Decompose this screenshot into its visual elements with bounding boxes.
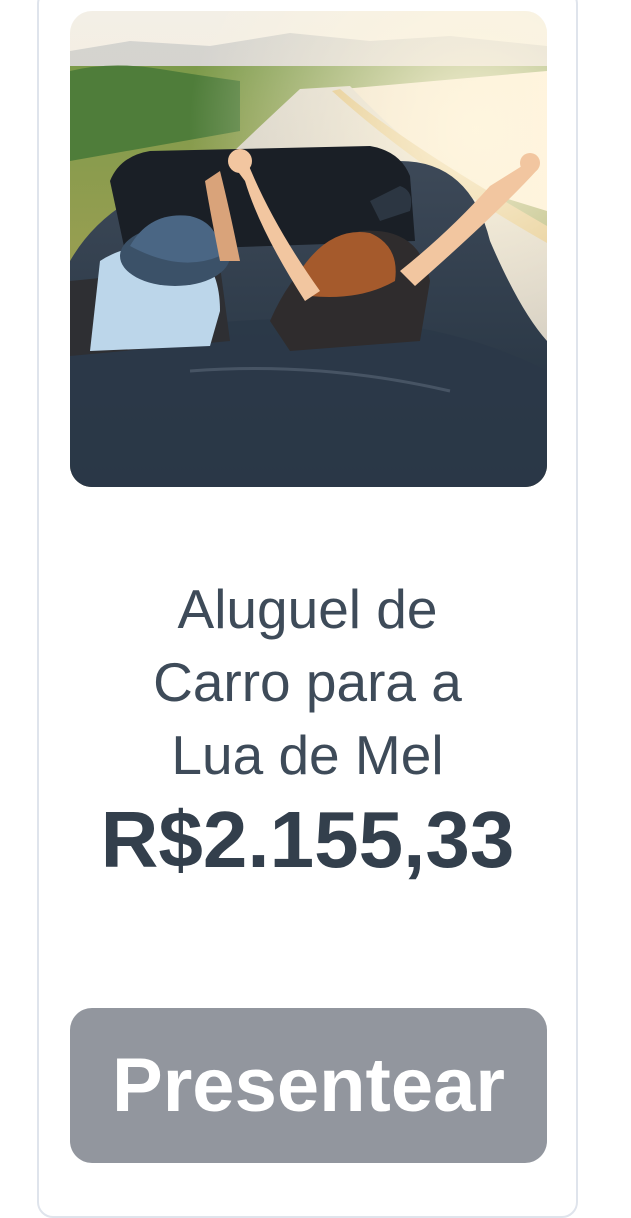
product-title: Aluguel de Carro para a Lua de Mel — [37, 573, 578, 792]
product-photo[interactable] — [70, 11, 547, 487]
convertible-car-photo-illustration — [70, 11, 547, 487]
product-price: R$2.155,33 — [100, 795, 515, 884]
product-title-line-1: Aluguel de — [177, 577, 438, 640]
gift-button[interactable]: Presentear — [70, 1008, 547, 1163]
product-title-line-2: Carro para a — [153, 650, 462, 713]
product-title-line-3: Lua de Mel — [171, 723, 444, 786]
